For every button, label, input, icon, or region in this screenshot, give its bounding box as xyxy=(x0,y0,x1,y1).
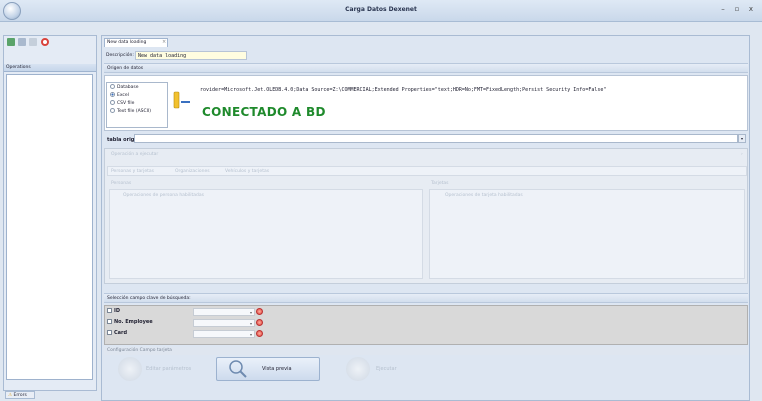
operations-header: Operations xyxy=(4,64,96,72)
errors-label: Errors xyxy=(13,393,27,398)
tab-close-icon[interactable]: × xyxy=(162,39,166,45)
tarjetas-column-label: Tarjetas xyxy=(431,181,449,186)
personas-column-label: Personas xyxy=(111,181,132,186)
tab-new-data-loading[interactable]: New data loading xyxy=(104,38,168,47)
origen-panel xyxy=(104,75,748,131)
open-icon[interactable] xyxy=(18,38,26,46)
warning-icon: ⚠ xyxy=(8,393,13,398)
descripcion-label: Descripción: xyxy=(106,53,134,58)
personas-sub-header: Operaciones de persona habilitadas xyxy=(123,193,205,198)
collapse-icon: › xyxy=(741,152,743,157)
maximize-button[interactable]: ▫ xyxy=(732,4,742,14)
connection-string: rovider=Microsoft.Jet.OLEDB.4.0;Data Sou… xyxy=(200,87,607,93)
personas-operations-panel xyxy=(109,189,423,279)
key-field-card[interactable]: Card xyxy=(107,329,127,338)
execute-button[interactable]: Ejecutar xyxy=(376,357,397,381)
edit-parameters-button[interactable]: Editar parámetros xyxy=(146,357,191,381)
tarjetas-sub-header: Operaciones de tarjeta habilitadas xyxy=(445,193,523,198)
checkbox-icon[interactable] xyxy=(107,308,112,313)
magnifier-icon xyxy=(229,360,247,378)
no-employee-value-field[interactable]: ▾ xyxy=(193,319,255,327)
tab-personas-tarjetas: Personas y tarjetas xyxy=(111,169,155,174)
seleccion-header: Selección campo clave de búsqueda: xyxy=(104,293,748,303)
operation-section-disabled: Operación a ejecutar › Personas y tarjet… xyxy=(104,148,748,284)
radio-dot-icon xyxy=(110,84,115,89)
radio-dot-icon xyxy=(110,100,115,105)
key-field-id[interactable]: ID xyxy=(107,307,120,316)
id-value-field[interactable]: ▾ xyxy=(193,308,255,316)
radio-text-ascii[interactable]: Text file (ASCII) xyxy=(110,108,151,115)
edit-icon[interactable] xyxy=(29,38,37,46)
checkbox-icon[interactable] xyxy=(107,319,112,324)
action-bar xyxy=(104,355,748,385)
radio-csv[interactable]: CSV file xyxy=(110,100,134,107)
card-value-field[interactable]: ▾ xyxy=(193,330,255,338)
clear-id-icon[interactable] xyxy=(256,308,263,315)
tabla-origen-select[interactable] xyxy=(134,134,738,143)
window-title: Carga Datos Dexenet xyxy=(345,6,417,13)
key-field-no-employee[interactable]: No. Employee xyxy=(107,318,153,327)
new-operation-icon[interactable] xyxy=(7,38,15,46)
radio-dot-selected-icon xyxy=(110,92,115,97)
radio-excel[interactable]: Excel xyxy=(110,92,129,99)
preview-label: Vista previa xyxy=(262,366,292,372)
chevron-down-icon[interactable]: ▾ xyxy=(738,134,746,143)
delete-icon[interactable] xyxy=(41,38,49,46)
connection-status: CONECTADO A BD xyxy=(202,105,326,119)
configuracion-header: Configuración Campo tarjeta xyxy=(104,347,748,355)
database-connection-icon[interactable] xyxy=(172,90,192,110)
radio-database[interactable]: Database xyxy=(110,84,138,91)
operations-list[interactable] xyxy=(6,74,93,380)
errors-button[interactable]: ⚠ Errors xyxy=(5,391,35,399)
gear-icon xyxy=(118,357,142,381)
clear-no-employee-icon[interactable] xyxy=(256,319,263,326)
clear-card-icon[interactable] xyxy=(256,330,263,337)
operation-header: Operación a ejecutar xyxy=(111,152,159,157)
minimize-button[interactable]: – xyxy=(718,4,728,14)
tarjetas-operations-panel xyxy=(429,189,745,279)
checkbox-icon[interactable] xyxy=(107,330,112,335)
tab-vehiculos-tarjetas: Vehículos y tarjetas xyxy=(225,169,270,174)
origen-header: Origen de datos xyxy=(104,63,748,73)
radio-dot-icon xyxy=(110,108,115,113)
descripcion-input[interactable]: New data loading xyxy=(135,51,247,60)
tab-organizaciones: Organizaciones xyxy=(175,169,210,174)
execute-icon xyxy=(346,357,370,381)
left-toolbar xyxy=(5,38,95,50)
close-button[interactable]: x xyxy=(746,4,756,14)
